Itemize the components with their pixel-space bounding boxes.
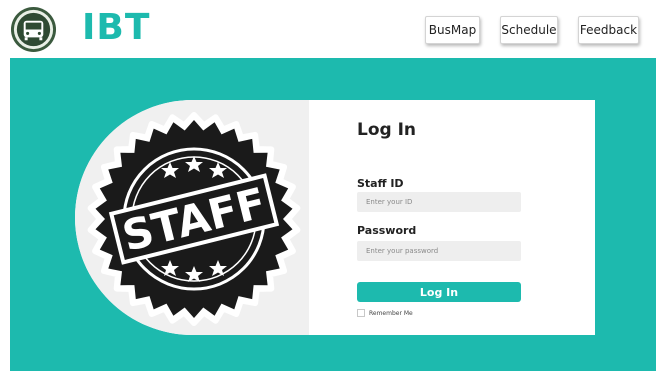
brand-title: IBT xyxy=(82,7,151,48)
nav-feedback-button[interactable]: Feedback xyxy=(578,16,639,44)
staff-id-input[interactable] xyxy=(357,192,521,212)
nav-schedule-button[interactable]: Schedule xyxy=(500,16,558,44)
login-card: STAFF Log In Staff ID Password Log In Re… xyxy=(75,100,595,335)
remember-me-checkbox[interactable] xyxy=(357,309,365,317)
top-header: IBT BusMap Schedule Feedback xyxy=(0,0,665,58)
password-label: Password xyxy=(357,224,417,237)
login-submit-button[interactable]: Log In xyxy=(357,282,521,302)
staff-id-label: Staff ID xyxy=(357,177,404,190)
login-title: Log In xyxy=(357,120,417,140)
remember-me-label: Remember Me xyxy=(369,309,413,317)
bus-emblem-icon[interactable] xyxy=(10,6,57,53)
staff-seal-icon: STAFF xyxy=(87,112,301,326)
remember-me[interactable]: Remember Me xyxy=(357,309,413,317)
nav-busmap-button[interactable]: BusMap xyxy=(425,16,480,44)
card-illustration-panel: STAFF xyxy=(75,100,309,335)
password-input[interactable] xyxy=(357,241,521,261)
